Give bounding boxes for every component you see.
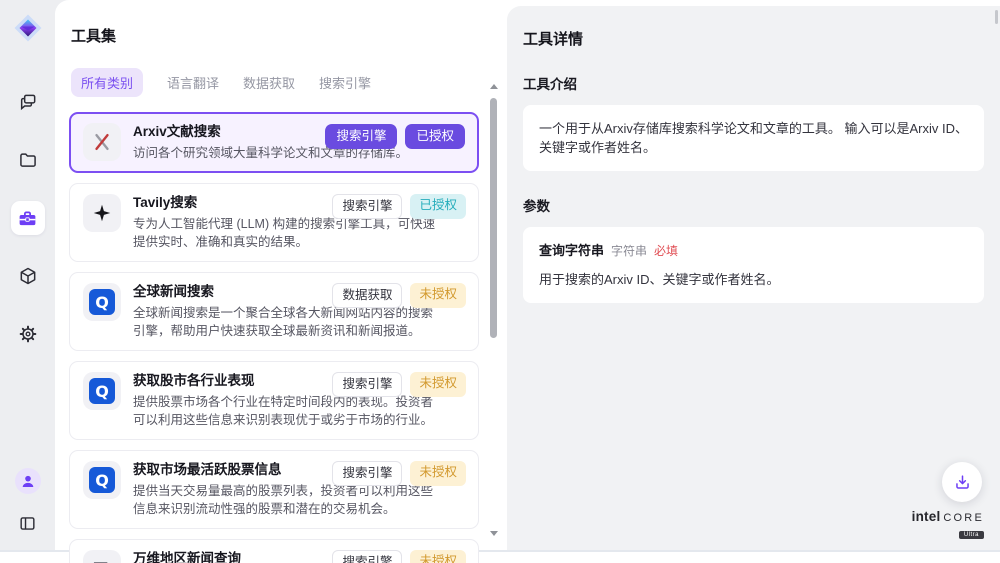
folder-icon: [18, 150, 38, 170]
tool-card-global-news[interactable]: Q 全球新闻搜索 全球新闻搜索是一个聚合全球各大新闻网站内容的搜索引擎，帮助用户…: [69, 272, 479, 351]
tool-card-arxiv[interactable]: Arxiv文献搜索 访问各个研究领域大量科学论文和文章的存储库。 搜索引擎 已授…: [69, 112, 479, 173]
app-logo: [13, 13, 43, 43]
tool-icon: [83, 194, 121, 232]
tool-badges: 搜索引擎 已授权: [325, 124, 465, 149]
rail-nav: [11, 85, 45, 351]
spark-star-icon: [91, 202, 113, 224]
tool-detail-panel: 工具详情 工具介绍 一个用于从Arxiv存储库搜索科学论文和文章的工具。 输入可…: [507, 6, 1000, 550]
param-box: 查询字符串 字符串 必填 用于搜索的Arxiv ID、关键字或作者姓名。: [523, 227, 984, 303]
tool-card-tavily[interactable]: Tavily搜索 专为人工智能代理 (LLM) 构建的搜索引擎工具，可快速提供实…: [69, 183, 479, 262]
newspaper-icon: [91, 558, 113, 563]
auth-status-badge: 未授权: [410, 283, 466, 308]
tool-icon: Q: [83, 283, 121, 321]
category-tabs: 所有类别 语言翻译 数据获取 搜索引擎: [71, 68, 479, 97]
params-heading: 参数: [523, 195, 984, 215]
gear-icon: [18, 324, 38, 344]
scrollbar-thumb[interactable]: [490, 98, 497, 338]
tool-icon: Q: [83, 372, 121, 410]
tool-badges: 搜索引擎 已授权: [332, 194, 466, 219]
brand-intel-text: intel: [912, 510, 941, 524]
tool-description: 专为人工智能代理 (LLM) 构建的搜索引擎工具，可快速提供实时、准确和真实的结…: [133, 215, 466, 251]
nav-chat[interactable]: [11, 85, 45, 119]
tool-card-regional-news[interactable]: 万维地区新闻查询 查询具体行政区划内的新闻，快速了解各地新闻动 搜索引擎 未授权: [69, 539, 479, 563]
person-icon: [20, 473, 36, 489]
scroll-down-arrow-icon[interactable]: [490, 531, 498, 536]
tool-description: 全球新闻搜索是一个聚合全球各大新闻网站内容的搜索引擎，帮助用户快速获取全球最新资…: [133, 304, 466, 340]
auth-status-badge: 未授权: [410, 372, 466, 397]
q-search-icon: Q: [89, 378, 115, 404]
param-name: 查询字符串: [539, 241, 604, 260]
left-rail: [0, 0, 55, 550]
category-badge: 搜索引擎: [332, 194, 402, 219]
intro-heading: 工具介绍: [523, 73, 984, 93]
category-badge: 搜索引擎: [325, 124, 397, 149]
tool-description: 提供当天交易量最高的股票列表，投资者可以利用这些信息来识别流动性强的股票和潜在的…: [133, 482, 466, 518]
download-icon: [953, 473, 972, 492]
tab-data-fetch[interactable]: 数据获取: [243, 73, 295, 92]
tab-all-categories[interactable]: 所有类别: [71, 68, 143, 97]
tab-translation[interactable]: 语言翻译: [167, 73, 219, 92]
auth-status-badge: 已授权: [405, 124, 465, 149]
user-avatar[interactable]: [15, 468, 41, 494]
brand-core-text: CORE: [943, 513, 984, 524]
tool-icon: [83, 550, 121, 563]
download-button[interactable]: [942, 462, 982, 502]
intro-box: 一个用于从Arxiv存储库搜索科学论文和文章的工具。 输入可以是Arxiv ID…: [523, 105, 984, 171]
auth-status-badge: 未授权: [410, 550, 466, 563]
detail-area: 工具详情 工具介绍 一个用于从Arxiv存储库搜索科学论文和文章的工具。 输入可…: [505, 0, 1000, 550]
param-required-flag: 必填: [654, 242, 678, 261]
list-scrollbar[interactable]: [489, 84, 499, 536]
param-description: 用于搜索的Arxiv ID、关键字或作者姓名。: [539, 270, 968, 289]
cube-icon: [18, 266, 38, 286]
intel-core-logo: intel CORE Ultra: [912, 510, 984, 540]
nav-files[interactable]: [11, 143, 45, 177]
category-badge: 数据获取: [332, 283, 402, 308]
toolset-panel: 工具集 所有类别 语言翻译 数据获取 搜索引擎 Arxiv文献搜索 访问各个研究…: [55, 0, 505, 550]
tool-card-sector-performance[interactable]: Q 获取股市各行业表现 提供股票市场各个行业在特定时间段内的表现。投资者可以利用…: [69, 361, 479, 440]
tab-search-engine[interactable]: 搜索引擎: [319, 73, 371, 92]
nav-toolset[interactable]: [11, 201, 45, 235]
param-header: 查询字符串 字符串 必填: [539, 241, 968, 261]
tool-card-most-active-stocks[interactable]: Q 获取市场最活跃股票信息 提供当天交易量最高的股票列表，投资者可以利用这些信息…: [69, 450, 479, 529]
chat-icon: [18, 92, 38, 112]
q-search-icon: Q: [89, 289, 115, 315]
param-type: 字符串: [611, 242, 647, 261]
q-search-icon: Q: [89, 467, 115, 493]
tool-icon: Q: [83, 461, 121, 499]
tool-badges: 搜索引擎 未授权: [332, 372, 466, 397]
collapse-panel-button[interactable]: [15, 510, 41, 536]
category-badge: 搜索引擎: [332, 550, 402, 563]
tool-list: Arxiv文献搜索 访问各个研究领域大量科学论文和文章的存储库。 搜索引擎 已授…: [69, 112, 479, 563]
tool-description: 提供股票市场各个行业在特定时间段内的表现。投资者可以利用这些信息来识别表现优于或…: [133, 393, 466, 429]
tool-icon: [83, 123, 121, 161]
diamond-logo-icon: [13, 13, 43, 43]
layout-sidebar-icon: [18, 514, 37, 533]
category-badge: 搜索引擎: [332, 461, 402, 486]
tool-badges: 数据获取 未授权: [332, 283, 466, 308]
nav-models[interactable]: [11, 259, 45, 293]
detail-scrollbar[interactable]: [995, 10, 998, 24]
category-badge: 搜索引擎: [332, 372, 402, 397]
auth-status-badge: 未授权: [410, 461, 466, 486]
auth-status-badge: 已授权: [410, 194, 466, 219]
arxiv-x-icon: [91, 131, 113, 153]
page-title: 工具集: [71, 25, 479, 46]
tool-badges: 搜索引擎 未授权: [332, 550, 466, 563]
tool-badges: 搜索引擎 未授权: [332, 461, 466, 486]
app-window: 工具集 所有类别 语言翻译 数据获取 搜索引擎 Arxiv文献搜索 访问各个研究…: [0, 0, 1000, 552]
scroll-up-arrow-icon[interactable]: [490, 84, 498, 89]
brand-ultra-badge: Ultra: [959, 531, 984, 539]
toolbox-icon: [17, 208, 38, 229]
nav-settings[interactable]: [11, 317, 45, 351]
rail-bottom: [15, 468, 41, 536]
detail-title: 工具详情: [523, 28, 984, 49]
